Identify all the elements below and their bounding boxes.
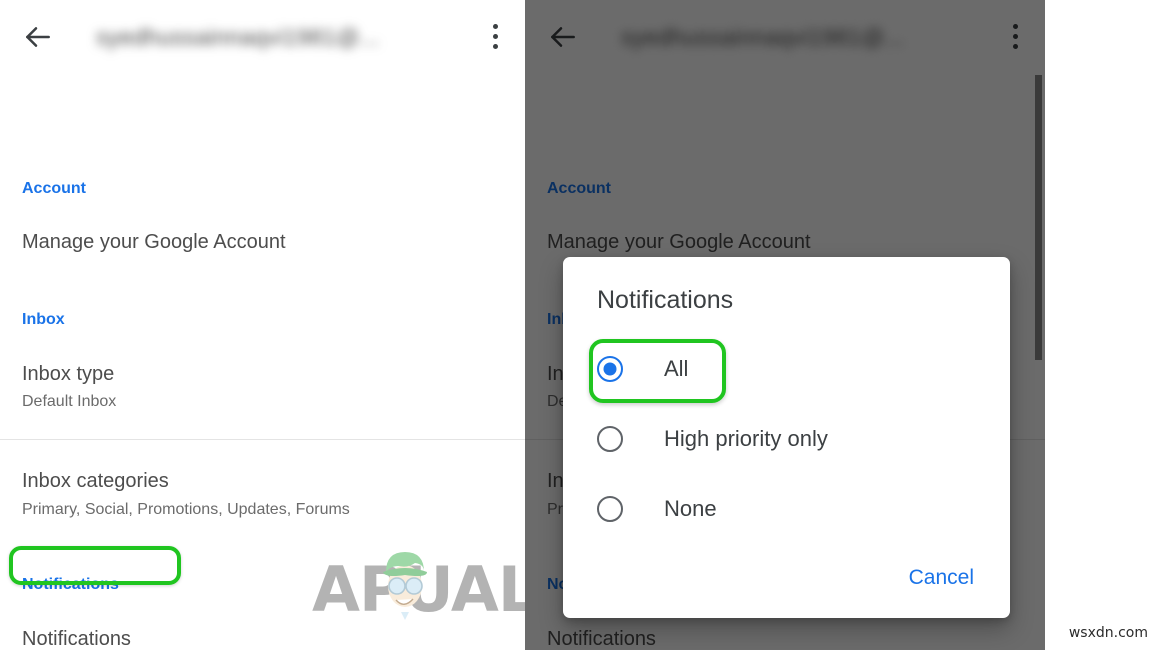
left-panel-settings-screen: syedhussainnaqvi1981@... Account Manage …	[0, 0, 525, 650]
section-header-account: Account	[22, 180, 86, 197]
settings-row-inbox-type-value: Default Inbox	[22, 393, 117, 410]
dialog-option-label: High priority only	[664, 426, 828, 451]
section-header-inbox: Inbox	[22, 311, 65, 328]
settings-row-inbox-type[interactable]: Inbox type	[0, 363, 114, 386]
settings-row-notifications[interactable]: Notifications	[0, 628, 131, 650]
cancel-button[interactable]: Cancel	[901, 560, 982, 596]
more-vert-icon[interactable]	[493, 24, 499, 52]
appuals-mascot-icon	[383, 552, 427, 624]
list-divider	[0, 439, 525, 440]
notifications-dialog: Notifications All High priority only Non…	[563, 257, 1010, 618]
radio-unselected-icon[interactable]	[597, 496, 623, 522]
appuals-watermark-lead: A	[312, 553, 360, 626]
vertical-scrollbar[interactable]	[1035, 75, 1042, 360]
settings-row-inbox-categories[interactable]: Inbox categories	[0, 470, 169, 493]
radio-unselected-icon[interactable]	[597, 426, 623, 452]
app-bar: syedhussainnaqvi1981@...	[0, 0, 525, 74]
source-watermark: wsxdn.com	[1068, 625, 1148, 641]
dialog-title: Notifications	[597, 286, 734, 314]
dialog-option-high-priority-only[interactable]: High priority only	[563, 414, 1010, 464]
settings-row-inbox-categories-value: Primary, Social, Promotions, Updates, Fo…	[22, 501, 350, 518]
page-background-gutter	[1045, 0, 1160, 650]
dialog-option-label: None	[664, 496, 717, 521]
settings-row-manage-google-account[interactable]: Manage your Google Account	[0, 231, 286, 254]
account-email-title: syedhussainnaqvi1981@...	[96, 24, 380, 50]
back-arrow-icon[interactable]	[22, 21, 54, 53]
highlight-box-notifications	[9, 546, 181, 585]
appuals-watermark: A PUALS	[312, 552, 525, 626]
dialog-option-none[interactable]: None	[563, 484, 1010, 534]
highlight-box-all-option	[589, 339, 726, 403]
screenshot-root: syedhussainnaqvi1981@... Account Manage …	[0, 0, 1160, 650]
